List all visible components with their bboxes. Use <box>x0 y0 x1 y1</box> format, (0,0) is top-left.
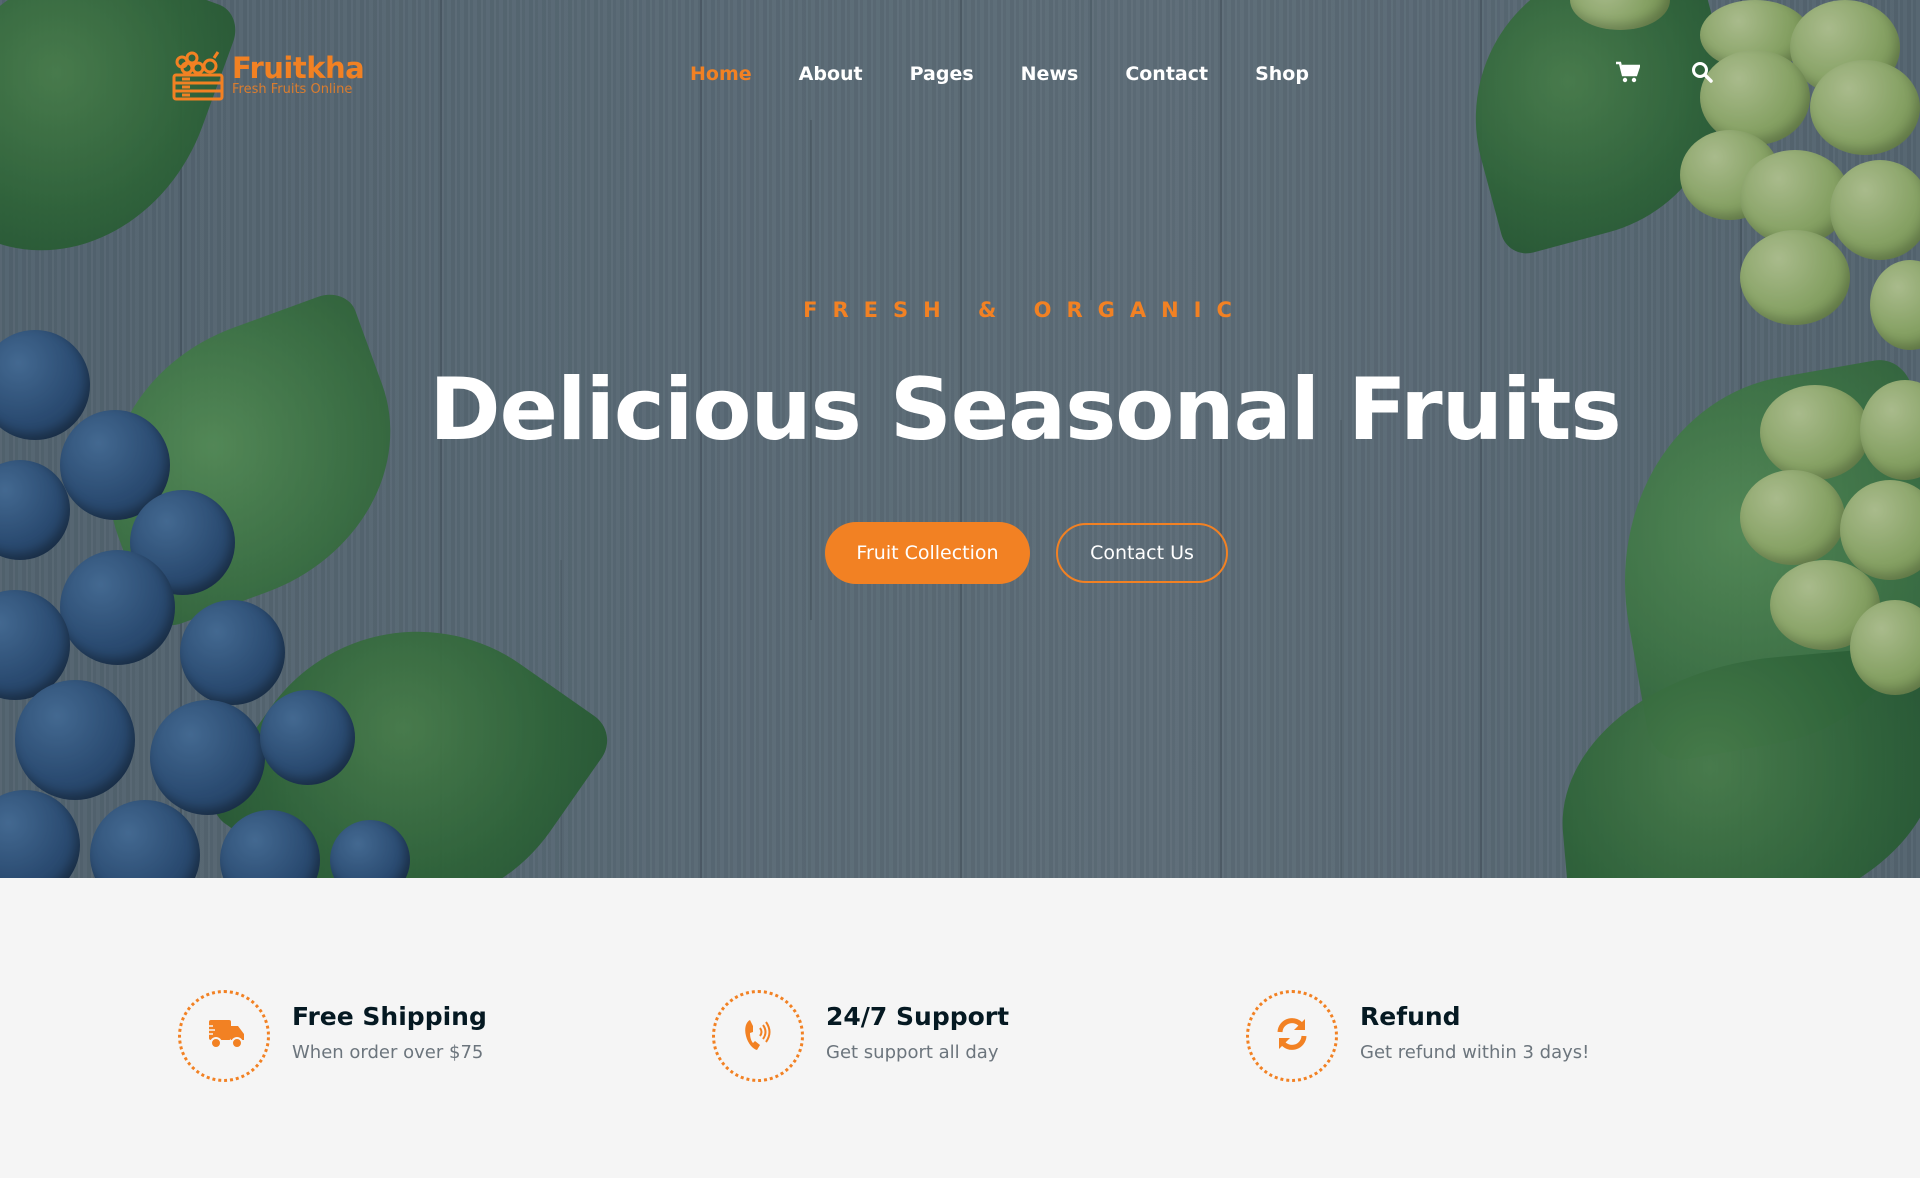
feature-title: 24/7 Support <box>826 1002 1010 1031</box>
main-nav: Home About Pages News Contact Shop <box>690 60 1356 88</box>
hero-title: Delicious Seasonal Fruits <box>429 360 1621 460</box>
nav-item-about[interactable]: About <box>799 60 863 88</box>
brand-name: Fruitkha <box>232 51 365 85</box>
header-icons <box>1616 60 1714 84</box>
phone-volume-icon <box>742 1016 774 1056</box>
nav-item-news[interactable]: News <box>1021 60 1079 88</box>
nav-item-contact[interactable]: Contact <box>1125 60 1208 88</box>
shipping-truck-icon <box>203 1018 245 1054</box>
nav-item-home[interactable]: Home <box>690 60 752 88</box>
search-icon[interactable] <box>1690 60 1714 84</box>
fruit-collection-button[interactable]: Fruit Collection <box>825 522 1030 584</box>
feature-title: Free Shipping <box>292 1002 487 1031</box>
shopping-cart-icon[interactable] <box>1616 60 1640 84</box>
nav-item-shop[interactable]: Shop <box>1255 60 1309 88</box>
nav-item-pages[interactable]: Pages <box>910 60 974 88</box>
feature-item: Refund Get refund within 3 days! <box>1246 990 1589 1082</box>
feature-icon-circle <box>178 990 270 1082</box>
feature-title: Refund <box>1360 1002 1461 1031</box>
feature-item: 24/7 Support Get support all day <box>712 990 1009 1082</box>
hero-subtitle: Fresh & Organic <box>803 298 1247 322</box>
feature-item: Free Shipping When order over $75 <box>178 990 487 1082</box>
feature-description: Get refund within 3 days! <box>1360 1042 1590 1063</box>
contact-us-button[interactable]: Contact Us <box>1056 523 1228 583</box>
feature-description: Get support all day <box>826 1042 999 1063</box>
brand-tagline: Fresh Fruits Online <box>232 82 353 97</box>
feature-icon-circle <box>1246 990 1338 1082</box>
refresh-icon <box>1274 1016 1310 1056</box>
fruit-crate-icon <box>170 48 226 102</box>
feature-icon-circle <box>712 990 804 1082</box>
hero-buttons: Fruit Collection Contact Us <box>825 522 1228 584</box>
feature-description: When order over $75 <box>292 1042 484 1063</box>
site-logo[interactable]: Fruitkha Fresh Fruits Online <box>170 48 365 102</box>
